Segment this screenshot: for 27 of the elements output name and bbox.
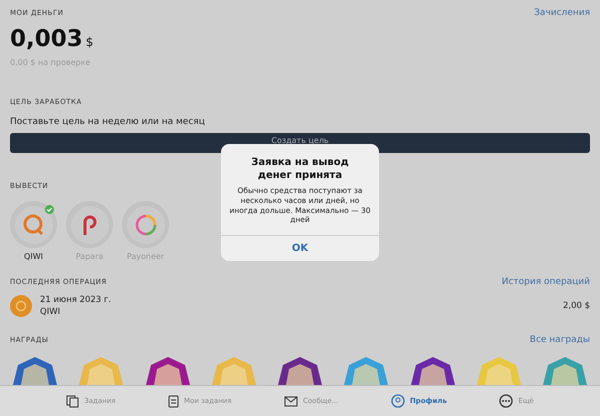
operation-amount: 2,00 $ bbox=[562, 301, 590, 311]
operation-method: QIWI bbox=[40, 307, 62, 317]
q-logo-icon bbox=[22, 212, 46, 236]
p-logo-icon bbox=[80, 214, 98, 236]
payment-method-label: QIWI bbox=[24, 252, 43, 261]
ok-button[interactable]: OK bbox=[221, 235, 379, 261]
balance-amount: 0,003 bbox=[10, 26, 83, 52]
clipboard-icon bbox=[168, 394, 179, 408]
envelope-icon bbox=[284, 396, 298, 406]
profile-icon bbox=[390, 394, 405, 408]
payment-method-button[interactable] bbox=[10, 201, 57, 248]
check-icon bbox=[45, 205, 54, 214]
more-icon bbox=[499, 394, 514, 408]
documents-icon bbox=[66, 394, 80, 408]
dialog-title: Заявка на вывод денег принята bbox=[250, 156, 350, 182]
award-badge-drawing[interactable] bbox=[10, 355, 60, 385]
currency-sign: $ bbox=[86, 35, 94, 49]
coin-icon bbox=[10, 295, 32, 317]
all-awards-link[interactable]: Все награды bbox=[530, 335, 590, 345]
accruals-link[interactable]: Зачисления bbox=[534, 8, 590, 18]
goal-hint: Поставьте цель на неделю или на месяц bbox=[10, 117, 206, 127]
payment-method-button[interactable] bbox=[122, 201, 169, 248]
payment-method-button[interactable] bbox=[66, 201, 113, 248]
operation-date: 21 июня 2023 г. bbox=[40, 295, 112, 305]
history-link[interactable]: История операций bbox=[502, 277, 590, 287]
award-badge-drawing[interactable] bbox=[275, 355, 325, 385]
ring-logo-icon bbox=[134, 212, 158, 236]
